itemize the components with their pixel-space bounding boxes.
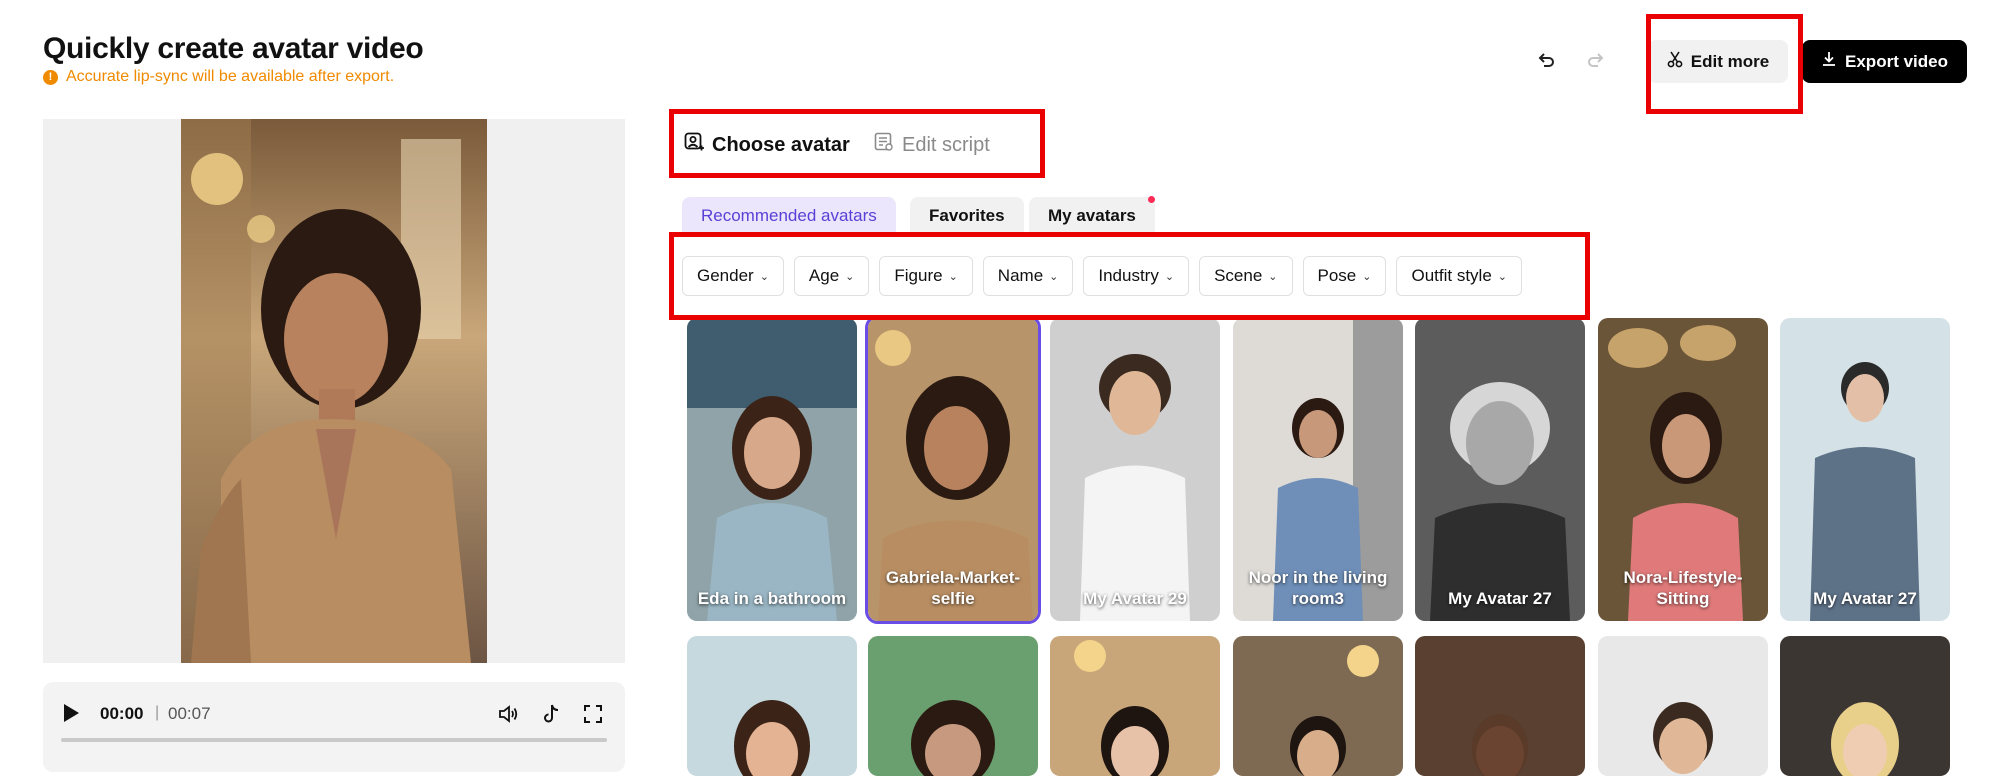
filter-age[interactable]: Age ⌄ bbox=[793, 256, 870, 296]
chevron-down-icon: ⌄ bbox=[1362, 270, 1372, 283]
tab-favorites-label: Favorites bbox=[929, 206, 1005, 225]
lip-sync-notice: ! Accurate lip-sync will be available af… bbox=[43, 68, 394, 86]
playback-progress-bar[interactable] bbox=[61, 738, 607, 742]
avatar-card[interactable] bbox=[1598, 636, 1768, 776]
avatar-name: My Avatar 27 bbox=[1813, 589, 1917, 608]
video-preview[interactable] bbox=[43, 119, 625, 663]
avatar-card[interactable] bbox=[1050, 636, 1220, 776]
filter-label: Pose bbox=[1317, 266, 1357, 285]
chevron-down-icon: ⌄ bbox=[1268, 270, 1278, 283]
page-title: Quickly create avatar video bbox=[43, 32, 424, 65]
filter-label: Scene bbox=[1214, 266, 1263, 285]
avatar-card[interactable]: My Avatar 27 bbox=[1415, 318, 1585, 621]
play-icon[interactable] bbox=[61, 702, 81, 731]
avatar-name: My Avatar 29 bbox=[1083, 589, 1187, 608]
filter-name[interactable]: Name ⌄ bbox=[982, 256, 1074, 296]
chevron-down-icon: ⌄ bbox=[1164, 270, 1175, 283]
avatar-card[interactable]: Eda in a bathroom bbox=[687, 318, 857, 621]
scissors-icon bbox=[1667, 50, 1683, 73]
avatar-name: My Avatar 27 bbox=[1448, 589, 1552, 608]
avatar-filters: Gender ⌄ Age ⌄ Figure ⌄ Name ⌄ Industry ⌄ Sce… bbox=[682, 256, 1522, 296]
fullscreen-icon[interactable] bbox=[579, 700, 607, 728]
avatar-thumbnail bbox=[1233, 636, 1403, 776]
time-separator: | bbox=[155, 704, 160, 721]
video-player-controls: 00:00 | 00:07 bbox=[43, 682, 625, 772]
filter-label: Outfit style bbox=[1411, 266, 1492, 285]
avatar-card[interactable]: My Avatar 29 bbox=[1050, 318, 1220, 621]
avatar-name: Nora-Lifestyle-Sitting bbox=[1623, 568, 1743, 608]
avatar-thumbnail bbox=[1415, 318, 1585, 621]
tab-recommended-avatars[interactable]: Recommended avatars bbox=[682, 197, 896, 235]
total-time: 00:07 bbox=[168, 704, 211, 723]
avatar-thumbnail bbox=[687, 318, 857, 621]
avatar-card[interactable] bbox=[687, 636, 857, 776]
new-indicator-dot bbox=[1148, 196, 1155, 203]
avatar-preview-image bbox=[181, 119, 487, 663]
avatar-card[interactable]: My Avatar 27 bbox=[1780, 318, 1950, 621]
warning-icon: ! bbox=[43, 69, 58, 85]
volume-icon[interactable] bbox=[495, 700, 523, 728]
filter-label: Gender bbox=[697, 266, 754, 285]
filter-outfit-style[interactable]: Outfit style ⌄ bbox=[1396, 256, 1522, 296]
avatar-thumbnail bbox=[1050, 636, 1220, 776]
filter-label: Figure bbox=[894, 266, 943, 285]
avatar-thumbnail bbox=[1598, 636, 1768, 776]
avatar-card[interactable] bbox=[868, 636, 1038, 776]
filter-label: Industry bbox=[1098, 266, 1159, 285]
avatar-name: Eda in a bathroom bbox=[697, 589, 847, 608]
tab-my-avatars-label: My avatars bbox=[1048, 206, 1136, 225]
export-video-label: Export video bbox=[1845, 51, 1948, 71]
export-video-button[interactable]: Export video bbox=[1802, 40, 1967, 83]
avatar-thumbnail bbox=[1780, 636, 1950, 776]
avatar-select-icon bbox=[684, 132, 704, 158]
avatar-name: Noor in the living room3 bbox=[1248, 568, 1388, 608]
tab-choose-avatar-label: Choose avatar bbox=[712, 133, 850, 156]
avatar-card[interactable]: Nora-Lifestyle-Sitting bbox=[1598, 318, 1768, 621]
edit-more-label: Edit more bbox=[1690, 51, 1770, 71]
avatar-card-selected[interactable]: Gabriela-Market-selfie bbox=[865, 315, 1041, 624]
avatar-name: Gabriela-Market-selfie bbox=[885, 568, 1021, 608]
undo-icon[interactable] bbox=[1530, 44, 1562, 76]
filter-label: Age bbox=[808, 266, 840, 285]
tiktok-icon[interactable] bbox=[537, 700, 565, 728]
redo-icon[interactable] bbox=[1580, 44, 1612, 76]
avatar-card[interactable] bbox=[1415, 636, 1585, 776]
script-icon bbox=[874, 132, 894, 158]
filter-figure[interactable]: Figure ⌄ bbox=[879, 256, 973, 296]
tab-my-avatars[interactable]: My avatars bbox=[1029, 197, 1155, 235]
chevron-down-icon: ⌄ bbox=[948, 270, 958, 283]
chevron-down-icon: ⌄ bbox=[1497, 270, 1507, 283]
chevron-down-icon: ⌄ bbox=[1049, 270, 1059, 283]
download-icon bbox=[1821, 51, 1837, 72]
avatar-thumbnail bbox=[868, 636, 1038, 776]
notice-text: Accurate lip-sync will be available afte… bbox=[66, 68, 395, 85]
filter-label: Name bbox=[997, 266, 1044, 285]
edit-more-button[interactable]: Edit more bbox=[1648, 40, 1788, 83]
filter-scene[interactable]: Scene ⌄ bbox=[1199, 256, 1293, 296]
avatar-card[interactable] bbox=[1233, 636, 1403, 776]
tab-edit-script[interactable]: Edit script bbox=[874, 132, 990, 158]
avatar-thumbnail bbox=[1415, 636, 1585, 776]
avatar-card[interactable] bbox=[1780, 636, 1950, 776]
tab-recommended-avatars-label: Recommended avatars bbox=[701, 206, 877, 225]
current-time: 00:00 bbox=[100, 704, 144, 723]
chevron-down-icon: ⌄ bbox=[759, 270, 769, 283]
chevron-down-icon: ⌄ bbox=[845, 270, 855, 283]
filter-gender[interactable]: Gender ⌄ bbox=[682, 256, 784, 296]
avatar-thumbnail bbox=[1050, 318, 1220, 621]
tab-favorites[interactable]: Favorites bbox=[910, 197, 1024, 235]
filter-industry[interactable]: Industry ⌄ bbox=[1083, 256, 1190, 296]
tab-edit-script-label: Edit script bbox=[902, 133, 990, 156]
avatar-thumbnail bbox=[1780, 318, 1950, 621]
avatar-thumbnail bbox=[687, 636, 857, 776]
tab-choose-avatar[interactable]: Choose avatar bbox=[684, 132, 850, 158]
avatar-card[interactable]: Noor in the living room3 bbox=[1233, 318, 1403, 621]
filter-pose[interactable]: Pose ⌄ bbox=[1302, 256, 1387, 296]
